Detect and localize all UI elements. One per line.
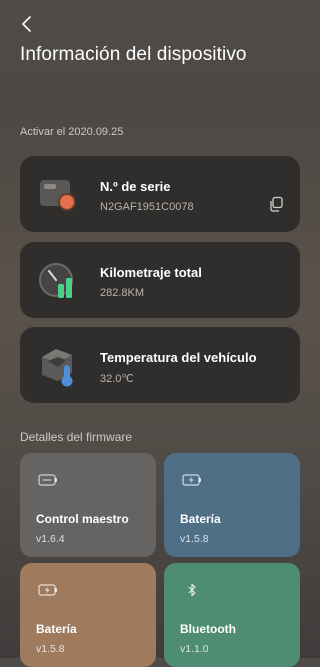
thermometer-icon — [42, 349, 73, 387]
firmware-tile-label: Bluetooth — [180, 622, 236, 636]
back-button[interactable] — [18, 14, 38, 34]
odometer-icon — [39, 263, 73, 298]
activation-date: Activar el 2020.09.25 — [20, 126, 124, 138]
firmware-tile-master-control[interactable]: Control maestro v1.6.4 — [20, 453, 156, 557]
vehicle-temperature-label: Temperatura del vehículo — [100, 350, 257, 365]
total-mileage-value: 282.8KM — [100, 287, 145, 299]
serial-number-card: N.º de serie N2GAF1951C0078 — [20, 156, 300, 232]
firmware-tile-battery-secondary[interactable]: Batería v1.5.8 — [20, 563, 156, 667]
firmware-tile-version: v1.1.0 — [180, 643, 209, 655]
vehicle-temperature-value: 32.0℃ — [100, 373, 134, 385]
total-mileage-label: Kilometraje total — [100, 265, 202, 280]
firmware-tile-version: v1.6.4 — [36, 533, 65, 545]
battery-icon — [38, 584, 57, 596]
battery-icon — [182, 474, 201, 486]
page-title: Información del dispositivo — [20, 44, 247, 65]
copy-icon[interactable] — [268, 196, 284, 212]
chevron-left-icon — [22, 16, 31, 32]
firmware-tile-label: Batería — [36, 622, 77, 636]
firmware-tile-version: v1.5.8 — [36, 643, 65, 655]
firmware-tile-battery[interactable]: Batería v1.5.8 — [164, 453, 300, 557]
firmware-tile-label: Batería — [180, 512, 221, 526]
firmware-section-title: Detalles del firmware — [20, 430, 133, 444]
total-mileage-card: Kilometraje total 282.8KM — [20, 242, 300, 318]
controller-chip-icon — [38, 474, 57, 486]
serial-number-value: N2GAF1951C0078 — [100, 201, 194, 213]
firmware-tile-label: Control maestro — [36, 512, 129, 526]
vehicle-temperature-card: Temperatura del vehículo 32.0℃ — [20, 327, 300, 403]
firmware-tile-bluetooth[interactable]: Bluetooth v1.1.0 — [164, 563, 300, 667]
serial-number-label: N.º de serie — [100, 179, 171, 194]
firmware-tile-version: v1.5.8 — [180, 533, 209, 545]
bluetooth-icon — [188, 583, 196, 597]
scooter-controller-icon — [40, 180, 76, 211]
